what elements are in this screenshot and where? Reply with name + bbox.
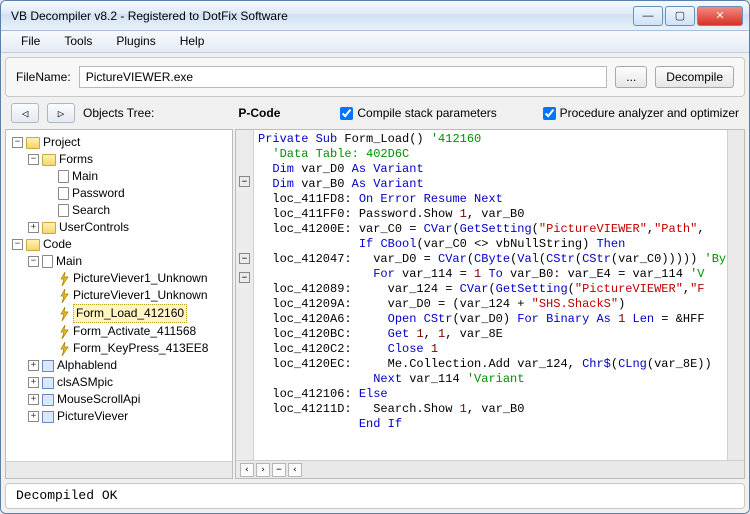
- tool-first[interactable]: ‹: [240, 463, 254, 477]
- event-icon: [58, 325, 70, 339]
- browse-button[interactable]: ...: [615, 66, 647, 88]
- nav-back-button[interactable]: ◁: [11, 103, 39, 123]
- menu-tools[interactable]: Tools: [52, 31, 104, 52]
- titlebar: VB Decompiler v8.2 - Registered to DotFi…: [1, 1, 749, 31]
- code-vscrollbar[interactable]: [727, 130, 744, 460]
- event-icon: [58, 307, 70, 321]
- code-fold-gutter: − − −: [236, 130, 254, 460]
- compile-stack-checkbox[interactable]: Compile stack parameters: [340, 106, 496, 120]
- menu-help[interactable]: Help: [168, 31, 217, 52]
- code-area[interactable]: Private Sub Form_Load() '412160 'Data Ta…: [254, 130, 727, 460]
- decompile-button[interactable]: Decompile: [655, 66, 734, 88]
- menubar: File Tools Plugins Help: [1, 31, 749, 53]
- filename-label: FileName:: [16, 70, 71, 84]
- tree-method[interactable]: PictureViever1_Unknown: [73, 287, 208, 304]
- window: VB Decompiler v8.2 - Registered to DotFi…: [0, 0, 750, 514]
- code-content: Private Sub Form_Load() '412160 'Data Ta…: [254, 130, 727, 434]
- close-button[interactable]: ✕: [697, 6, 743, 26]
- module-icon: [42, 411, 54, 423]
- tree-main[interactable]: Main: [56, 253, 82, 270]
- code-icon: [26, 239, 40, 251]
- code-heading: P-Code: [238, 106, 300, 120]
- event-icon: [58, 272, 70, 286]
- event-icon: [58, 289, 70, 303]
- nav-row: ◁ ▷ Objects Tree: P-Code Compile stack p…: [5, 101, 745, 125]
- tree-form-main[interactable]: Main: [72, 168, 98, 185]
- menu-file[interactable]: File: [9, 31, 52, 52]
- tree-form-password[interactable]: Password: [72, 185, 125, 202]
- tool-next[interactable]: ›: [256, 463, 270, 477]
- menu-plugins[interactable]: Plugins: [104, 31, 167, 52]
- objects-tree-label: Objects Tree:: [83, 106, 166, 120]
- tree-mod[interactable]: PictureViever: [57, 408, 128, 425]
- window-title: VB Decompiler v8.2 - Registered to DotFi…: [7, 9, 633, 23]
- module-icon: [42, 360, 54, 372]
- fold-marker[interactable]: −: [239, 272, 250, 283]
- code-panel: − − − Private Sub Form_Load() '412160 'D…: [235, 129, 745, 479]
- maximize-button[interactable]: ▢: [665, 6, 695, 26]
- form-icon: [58, 170, 69, 183]
- module-icon: [42, 394, 54, 406]
- tree-forms[interactable]: Forms: [59, 151, 93, 168]
- tool-collapse[interactable]: −: [272, 463, 286, 477]
- file-row: FileName: ... Decompile: [5, 57, 745, 97]
- module-icon: [42, 255, 53, 268]
- folder-icon: [42, 222, 56, 234]
- tree-method[interactable]: Form_KeyPress_413EE8: [73, 340, 208, 357]
- folder-icon: [42, 154, 56, 166]
- tree-mod[interactable]: Alphablend: [57, 357, 117, 374]
- tree-mod[interactable]: MouseScrollApi: [57, 391, 140, 408]
- tree-mod[interactable]: clsASMpic: [57, 374, 113, 391]
- fold-marker[interactable]: −: [239, 176, 250, 187]
- tree-project[interactable]: Project: [43, 134, 80, 151]
- status-bar: Decompiled OK: [5, 483, 745, 509]
- tree-method[interactable]: Form_Activate_411568: [73, 323, 196, 340]
- tree-code[interactable]: Code: [43, 236, 72, 253]
- tree-method[interactable]: PictureViever1_Unknown: [73, 270, 208, 287]
- tree-usercontrols[interactable]: UserControls: [59, 219, 129, 236]
- fold-marker[interactable]: −: [239, 253, 250, 264]
- tool-prev[interactable]: ‹: [288, 463, 302, 477]
- nav-forward-button[interactable]: ▷: [47, 103, 75, 123]
- objects-tree[interactable]: −Project −Forms Main Password Search +Us…: [5, 129, 233, 479]
- tree-form-search[interactable]: Search: [72, 202, 110, 219]
- code-toolbar: ‹ › − ‹: [236, 460, 744, 478]
- form-icon: [58, 204, 69, 217]
- form-icon: [58, 187, 69, 200]
- module-icon: [42, 377, 54, 389]
- minimize-button[interactable]: —: [633, 6, 663, 26]
- procedure-analyzer-checkbox[interactable]: Procedure analyzer and optimizer: [543, 106, 739, 120]
- event-icon: [58, 342, 70, 356]
- project-icon: [26, 137, 40, 149]
- filename-input[interactable]: [79, 66, 608, 88]
- tree-hscrollbar[interactable]: [6, 461, 232, 478]
- tree-method-selected[interactable]: Form_Load_412160: [73, 304, 187, 323]
